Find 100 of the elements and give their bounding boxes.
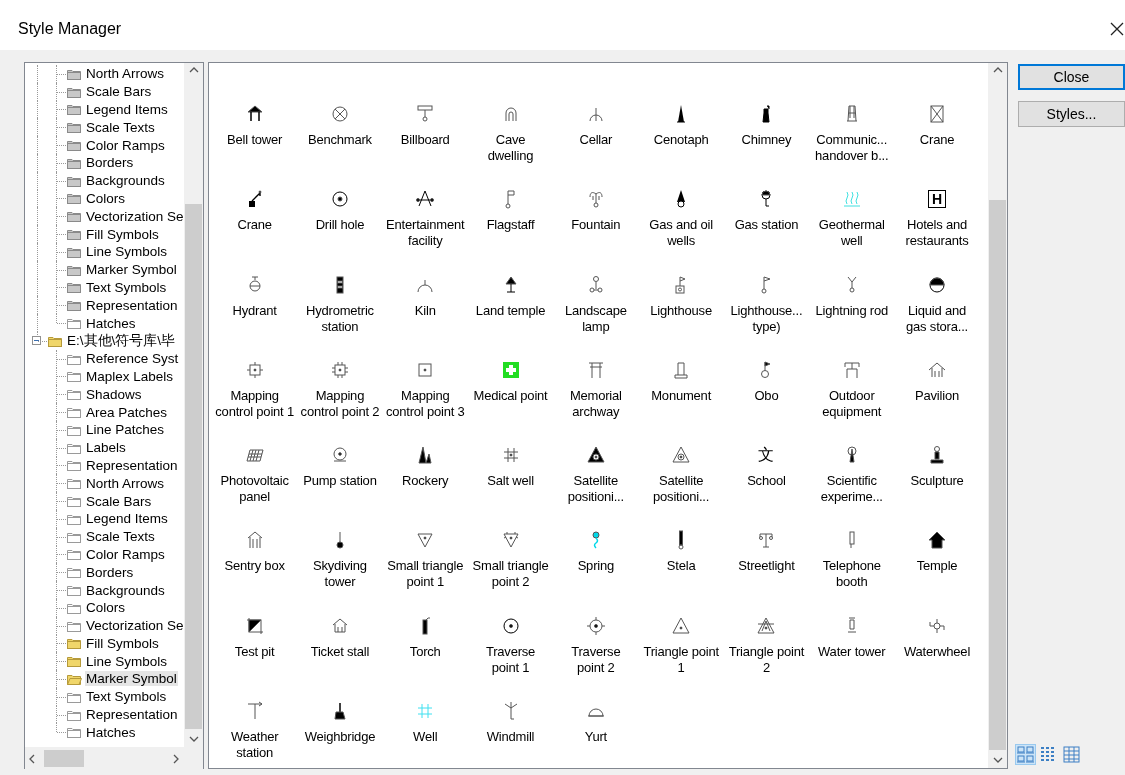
symbol-label[interactable]: Triangle point 1 [638, 643, 724, 676]
symbol-label[interactable]: Drill hole [297, 217, 383, 234]
scrollbar-thumb[interactable] [44, 750, 84, 767]
symbol-label[interactable]: Satellite positioni... [638, 473, 724, 506]
styles-button[interactable]: Styles... [1018, 101, 1125, 127]
symbol-label[interactable]: Geothermal well [809, 217, 895, 250]
symbol-label[interactable]: Benchmark [297, 132, 383, 148]
symbol-label[interactable]: Hotels and restaurants [894, 217, 980, 250]
tree-item[interactable]: Scale Texts [85, 529, 156, 545]
symbol-label[interactable]: Gas and oil wells [638, 217, 724, 250]
tree-item[interactable]: Representation [85, 707, 179, 723]
tree-item[interactable]: E:\其他\符号库\毕 [66, 331, 176, 350]
symbol-label[interactable]: Streetlight [723, 558, 810, 575]
tree-item[interactable]: Scale Bars [85, 493, 153, 509]
symbol-label[interactable]: Cellar [553, 132, 639, 148]
symbol-label[interactable]: Traverse point 1 [467, 643, 554, 676]
symbol-label[interactable]: Flagstaff [467, 217, 554, 234]
vertical-scrollbar[interactable] [988, 63, 1007, 768]
scrollbar-thumb[interactable] [989, 200, 1006, 750]
symbol-label[interactable]: Kiln [382, 302, 468, 319]
tree-item[interactable]: Text Symbols [85, 279, 168, 295]
house-icon[interactable] [926, 529, 948, 552]
symbol-label[interactable]: Chimney [723, 132, 810, 148]
tree-item[interactable]: Color Ramps [85, 546, 166, 562]
tree-item[interactable]: Representation [85, 457, 179, 473]
tree-item[interactable]: Hatches [85, 315, 137, 331]
symbol-label[interactable]: Well [382, 729, 468, 746]
close-button[interactable]: Close [1018, 64, 1125, 90]
scrollbar-thumb[interactable] [185, 204, 202, 729]
symbol-label[interactable]: Monument [638, 387, 724, 404]
tree-item[interactable]: Shadows [85, 386, 143, 402]
symbol-label[interactable]: Windmill [467, 729, 554, 746]
symbol-label[interactable]: Lighthouse... type) [723, 302, 810, 335]
view-button[interactable] [1061, 744, 1082, 765]
symbol-label[interactable]: Sentry box [212, 558, 298, 575]
tree-item[interactable]: Labels [85, 440, 127, 456]
symbol-label[interactable]: Yurt [553, 729, 639, 746]
symbol-label[interactable]: Sculpture [894, 473, 980, 490]
tree-item[interactable]: Hatches [85, 724, 137, 740]
tree-item[interactable]: Marker Symbol [85, 671, 178, 687]
symbol-label[interactable]: Lighthouse [638, 302, 724, 319]
symbol-label[interactable]: Triangle point 2 [723, 643, 810, 676]
symbol-label[interactable]: Mapping control point 3 [382, 387, 468, 420]
symbol-label[interactable]: Cenotaph [638, 132, 724, 148]
symbol-label[interactable]: School [723, 473, 810, 490]
tree-item[interactable]: North Arrows [85, 475, 166, 491]
tree-item[interactable]: Vectorization Se [85, 208, 184, 224]
tree-item[interactable]: Fill Symbols [85, 635, 160, 651]
symbol-label[interactable]: Communic... handover b... [809, 132, 895, 164]
tree-item[interactable]: Line Symbols [85, 244, 169, 260]
tree-item[interactable]: Text Symbols [85, 689, 168, 705]
symbol-label[interactable]: Lightning rod [809, 302, 895, 319]
symbol-label[interactable]: Mapping control point 1 [212, 387, 298, 420]
symbol-label[interactable]: Bell tower [212, 132, 298, 148]
symbol-label[interactable]: Landscape lamp [553, 302, 639, 335]
symbol-label[interactable]: Weighbridge [297, 729, 383, 746]
tree-item[interactable]: Marker Symbol [85, 262, 178, 278]
tree-item[interactable]: Representation [85, 297, 179, 313]
symbol-label[interactable]: Medical point [467, 387, 554, 404]
symbol-label[interactable]: Land temple [467, 302, 554, 319]
symbol-label[interactable]: Pump station [297, 473, 383, 490]
tree-item[interactable]: Reference Syst [85, 351, 180, 367]
symbol-label[interactable]: Small triangle point 1 [382, 558, 468, 591]
symbol-label[interactable]: Hydrant [212, 302, 298, 319]
tree-item[interactable]: Backgrounds [85, 582, 166, 598]
tree-item[interactable]: Backgrounds [85, 173, 166, 189]
symbol-label[interactable]: Spring [553, 558, 639, 575]
tree-item[interactable]: Line Patches [85, 422, 166, 438]
tree-item[interactable]: Colors [85, 600, 126, 616]
tree-item[interactable]: Vectorization Se [85, 618, 184, 634]
symbol-label[interactable]: Liquid and gas stora... [894, 302, 980, 335]
symbol-label[interactable]: Salt well [467, 473, 554, 490]
symbol-label[interactable]: Small triangle point 2 [467, 558, 554, 591]
symbol-label[interactable]: Satellite positioni... [553, 473, 639, 506]
symbol-label[interactable]: Hydrometric station [297, 302, 383, 335]
vertical-scrollbar[interactable] [184, 63, 203, 747]
symbol-label[interactable]: Pavilion [894, 387, 980, 404]
tree-item[interactable]: Fill Symbols [85, 226, 160, 242]
symbol-label[interactable]: Outdoor equipment [809, 387, 895, 420]
symbol-label[interactable]: Photovoltaic panel [212, 473, 298, 506]
tree-item[interactable]: Borders [85, 155, 135, 171]
symbol-label[interactable]: Crane [894, 132, 980, 148]
symbol-label[interactable]: Ticket stall [297, 643, 383, 660]
symbol-label[interactable]: Rockery [382, 473, 468, 490]
tree-item[interactable]: Line Symbols [85, 653, 169, 669]
symbol-label[interactable]: Test pit [212, 643, 298, 660]
symbol-label[interactable]: Traverse point 2 [553, 643, 639, 676]
symbol-label[interactable]: Gas station [723, 217, 810, 234]
tree-item[interactable]: Maplex Labels [85, 368, 175, 384]
symbol-label[interactable]: Telephone booth [809, 558, 895, 591]
symbol-label[interactable]: Waterwheel [894, 643, 980, 660]
symbol-label[interactable]: Crane [212, 217, 298, 234]
tree-item[interactable]: Legend Items [85, 102, 169, 117]
symbol-label[interactable]: Memorial archway [553, 387, 639, 420]
horizontal-scrollbar[interactable] [25, 747, 203, 769]
tree-item[interactable]: Scale Texts [85, 119, 156, 135]
symbol-label[interactable]: Cave dwelling [467, 132, 554, 164]
symbol-label[interactable]: Mapping control point 2 [297, 387, 383, 420]
symbol-label[interactable]: Entertainment facility [382, 217, 468, 250]
symbol-label[interactable]: Stela [638, 558, 724, 575]
